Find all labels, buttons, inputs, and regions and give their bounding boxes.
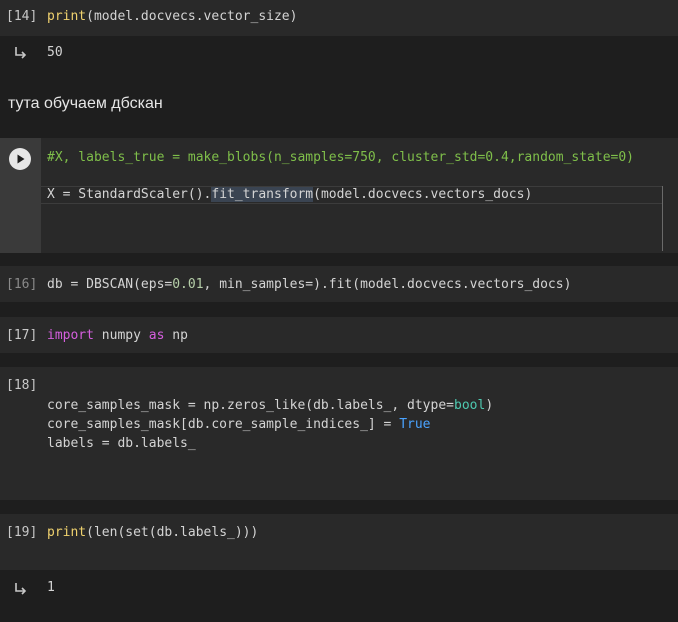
output-arrow-icon <box>15 583 27 595</box>
markdown-heading: тута обучаем дбскан <box>8 95 163 112</box>
code-line[interactable]: core_samples_mask = np.zeros_like(db.lab… <box>47 398 493 413</box>
output-arrow-icon <box>15 47 27 59</box>
code-token: (model.docvecs.vectors_docs) <box>313 187 533 202</box>
code-line[interactable]: db = DBSCAN(eps=0.01, min_samples=).fit(… <box>47 277 571 292</box>
code-token-highlight: fit_transform <box>211 187 314 202</box>
editor-scrollbar[interactable] <box>662 186 663 251</box>
run-cell-button[interactable] <box>9 148 31 170</box>
output-cell-19: 1 <box>0 570 678 606</box>
run-cell-icon <box>17 154 25 164</box>
code-line[interactable]: labels = db.labels_ <box>47 436 196 451</box>
code-token-constant: True <box>399 417 431 432</box>
code-token-builtin: bool <box>454 398 486 413</box>
cell-prompt: [16] <box>6 277 38 292</box>
code-line[interactable]: import numpy as np <box>47 328 188 343</box>
cell-prompt: [19] <box>6 525 38 540</box>
code-token: ) <box>485 398 494 413</box>
code-token: db = DBSCAN(eps= <box>47 277 173 292</box>
code-cell-17[interactable]: [17] import numpy as np <box>0 317 678 353</box>
cell-prompt: [18] <box>6 378 38 393</box>
code-token-args: (model.docvecs.vector_size) <box>86 9 298 24</box>
code-cell-19[interactable]: [19] print(len(set(db.labels_))) <box>0 514 678 570</box>
output-text: 50 <box>47 45 63 60</box>
code-token-import: import <box>47 328 94 343</box>
code-comment-line[interactable]: #X, labels_true = make_blobs(n_samples=7… <box>47 150 634 165</box>
code-cell-18[interactable]: [18] core_samples_mask = np.zeros_like(d… <box>0 367 678 500</box>
code-token-as: as <box>148 328 165 343</box>
code-token: X = StandardScaler(). <box>47 187 212 202</box>
code-token-args: (len(set(db.labels_))) <box>86 525 259 540</box>
code-cell-14[interactable]: [14] print(model.docvecs.vector_size) <box>0 0 678 36</box>
code-cell-16[interactable]: [16] db = DBSCAN(eps=0.01, min_samples=)… <box>0 266 678 302</box>
code-token: np <box>164 328 188 343</box>
cell-prompt: [17] <box>6 328 38 343</box>
code-line[interactable]: print(model.docvecs.vector_size) <box>47 9 297 24</box>
code-token: core_samples_mask = np.zeros_like(db.lab… <box>47 398 454 413</box>
code-line[interactable]: core_samples_mask[db.core_sample_indices… <box>47 417 431 432</box>
code-token: core_samples_mask[db.core_sample_indices… <box>47 417 400 432</box>
code-line[interactable]: print(len(set(db.labels_))) <box>47 525 258 540</box>
cell-prompt: [14] <box>6 9 38 24</box>
code-token-print: print <box>47 9 87 24</box>
output-text: 1 <box>47 580 55 595</box>
code-token-print: print <box>47 525 87 540</box>
output-cell-14: 50 <box>0 36 678 72</box>
code-token: numpy <box>93 328 149 343</box>
code-token: , min_samples=).fit(model.docvecs.vector… <box>203 277 572 292</box>
code-line[interactable]: X = StandardScaler().fit_transform(model… <box>47 187 532 202</box>
code-token-number: 0.01 <box>172 277 204 292</box>
